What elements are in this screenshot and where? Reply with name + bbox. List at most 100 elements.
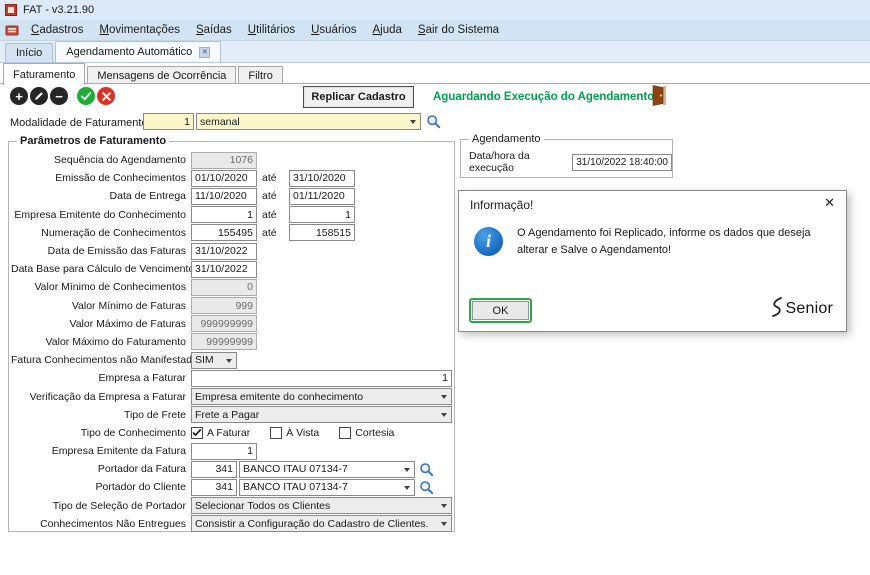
conh-nao-entregues-select[interactable]: Consistir a Configuração do Cadastro de … (191, 515, 452, 532)
data-base-field[interactable]: 31/10/2022 (191, 261, 257, 278)
edit-record-button[interactable] (30, 87, 48, 105)
conh-nao-entregues-label: Conhecimentos Não Entregues (11, 518, 191, 530)
portador-fatura-search-icon[interactable] (419, 462, 434, 477)
minus-icon: − (55, 90, 63, 103)
checkbox-cortesia[interactable]: Cortesia (339, 427, 394, 439)
modalidade-code-field[interactable]: 1 (143, 113, 194, 130)
verificacao-select[interactable]: Empresa emitente do conhecimento (191, 388, 452, 405)
tab-filtro[interactable]: Filtro (238, 66, 282, 84)
chevron-down-icon (226, 359, 232, 363)
menu-utilitarios[interactable]: Utilitários (240, 22, 303, 38)
row-tipo-selecao-portador: Tipo de Seleção de Portador Selecionar T… (11, 497, 452, 515)
portador-fatura-label: Portador da Fatura (11, 463, 191, 475)
row-empresa-a-faturar: Empresa a Faturar 1 (11, 369, 452, 387)
verificacao-value: Empresa emitente do conhecimento (195, 391, 363, 403)
row-conhecimentos-nao-entregues: Conhecimentos Não Entregues Consistir a … (11, 515, 452, 533)
data-hora-execucao-field[interactable]: 31/10/2022 18:40:00 (572, 154, 672, 171)
row-fatura-nao-manifestados: Fatura Conhecimentos não Manifestados SI… (11, 351, 452, 369)
valor-max-faturamento-field: 99999999 (191, 333, 257, 350)
title-bar: FAT - v3.21.90 (0, 0, 870, 20)
portador-fatura-select[interactable]: BANCO ITAU 07134-7 (239, 461, 415, 478)
cancel-button[interactable] (97, 87, 115, 105)
tab-faturamento-label: Faturamento (13, 69, 75, 81)
menu-movimentacoes[interactable]: Movimentações (91, 22, 188, 38)
menu-sair-do-sistema[interactable]: Sair do Sistema (410, 22, 507, 38)
emissao-from-field[interactable]: 01/10/2020 (191, 170, 257, 187)
parametros-title: Parâmetros de Faturamento (17, 135, 169, 147)
parametros-body: Sequência do Agendamento 1076 Emissão de… (11, 151, 452, 533)
agendamento-row: Data/hora da execução 31/10/2022 18:40:0… (469, 150, 672, 174)
chevron-down-icon (441, 413, 447, 417)
tipo-frete-label: Tipo de Frete (11, 409, 191, 421)
empresa-emit-conh-from-field[interactable]: 1 (191, 206, 257, 223)
row-tipo-conhecimento: Tipo de Conhecimento A Faturar À Vista C… (11, 424, 452, 442)
row-data-base-vencimento: Data Base para Cálculo de Vencimento 31/… (11, 260, 452, 278)
senior-logo-text: Senior (786, 300, 833, 318)
portador-fatura-value: BANCO ITAU 07134-7 (243, 463, 348, 475)
entrega-from-field[interactable]: 11/10/2020 (191, 188, 257, 205)
menu-cadastros[interactable]: Cadastros (23, 22, 91, 38)
modalidade-label: Modalidade de Faturamento (10, 117, 148, 129)
tab-mensagens-ocorrencia[interactable]: Mensagens de Ocorrência (87, 66, 236, 84)
ate-label: até (262, 190, 284, 202)
ok-button[interactable]: OK (472, 301, 529, 320)
fatura-nao-manif-value: SIM (195, 354, 214, 366)
checkbox-a-vista[interactable]: À Vista (270, 427, 319, 439)
empresa-emit-fatura-field[interactable]: 1 (191, 443, 257, 460)
senior-brand: Senior (770, 297, 833, 320)
dialog-title: Informação! (470, 198, 533, 212)
checkbox-a-faturar[interactable]: A Faturar (191, 427, 250, 439)
data-emissao-field[interactable]: 31/10/2022 (191, 243, 257, 260)
entrega-to-field[interactable]: 01/11/2020 (289, 188, 355, 205)
checkbox-unchecked-icon (270, 427, 282, 439)
delete-record-button[interactable]: − (50, 87, 68, 105)
modalidade-select[interactable]: semanal (196, 113, 421, 130)
info-icon: i (474, 227, 503, 256)
confirm-button[interactable] (77, 87, 95, 105)
row-tipo-frete: Tipo de Frete Frete a Pagar (11, 406, 452, 424)
dialog-close-icon[interactable]: ✕ (824, 195, 835, 211)
row-valor-maximo-faturas: Valor Máximo de Faturas 999999999 (11, 315, 452, 333)
tab-faturamento[interactable]: Faturamento (3, 63, 85, 85)
tipo-conhecimento-label: Tipo de Conhecimento (11, 427, 191, 439)
ate-label: até (262, 227, 284, 239)
tipo-frete-select[interactable]: Frete a Pagar (191, 406, 452, 423)
emissao-to-field[interactable]: 31/10/2020 (289, 170, 355, 187)
portador-cliente-code-field[interactable]: 341 (191, 479, 237, 496)
tab-agendamento-label: Agendamento Automático (66, 46, 192, 58)
tab-close-icon[interactable]: ✕ (199, 47, 210, 58)
portador-cliente-value: BANCO ITAU 07134-7 (243, 481, 348, 493)
row-valor-maximo-faturamento: Valor Máximo do Faturamento 99999999 (11, 333, 452, 351)
portador-cliente-select[interactable]: BANCO ITAU 07134-7 (239, 479, 415, 496)
fatura-nao-manif-select[interactable]: SIM (191, 352, 237, 369)
tipo-selecao-select[interactable]: Selecionar Todos os Clientes (191, 497, 452, 514)
add-record-button[interactable]: + (10, 87, 28, 105)
valor-min-fat-label: Valor Mínimo de Faturas (11, 300, 191, 312)
exit-door-icon[interactable] (651, 85, 668, 106)
empresa-emit-conh-to-field[interactable]: 1 (289, 206, 355, 223)
menu-saidas[interactable]: Saídas (188, 22, 240, 38)
tab-inicio[interactable]: Início (5, 43, 53, 62)
agendamento-title: Agendamento (469, 133, 544, 145)
tab-agendamento-automatico[interactable]: Agendamento Automático ✕ (55, 41, 221, 62)
dialog-message: O Agendamento foi Replicado, informe os … (517, 225, 831, 258)
document-tab-strip: Início Agendamento Automático ✕ (0, 41, 870, 63)
numeracao-from-field[interactable]: 155495 (191, 224, 257, 241)
chevron-down-icon (441, 504, 447, 508)
replicar-cadastro-button[interactable]: Replicar Cadastro (303, 86, 414, 108)
portador-fatura-code-field[interactable]: 341 (191, 461, 237, 478)
row-valor-minimo-faturas: Valor Mínimo de Faturas 999 (11, 297, 452, 315)
menu-usuarios[interactable]: Usuários (303, 22, 364, 38)
checkbox-a-faturar-label: A Faturar (207, 427, 250, 439)
checkbox-a-vista-label: À Vista (286, 427, 319, 439)
menu-ajuda[interactable]: Ajuda (364, 22, 409, 38)
tipo-selecao-value: Selecionar Todos os Clientes (195, 500, 330, 512)
empresa-faturar-field[interactable]: 1 (191, 370, 452, 387)
portador-cliente-search-icon[interactable] (419, 480, 434, 495)
cadastro-form-icon (5, 24, 19, 37)
numeracao-to-field[interactable]: 158515 (289, 224, 355, 241)
modalidade-search-icon[interactable] (426, 114, 441, 132)
tipo-selecao-label: Tipo de Seleção de Portador (11, 500, 191, 512)
ate-label: até (262, 172, 284, 184)
row-emissao-conhecimentos: Emissão de Conhecimentos 01/10/2020 até … (11, 169, 452, 187)
